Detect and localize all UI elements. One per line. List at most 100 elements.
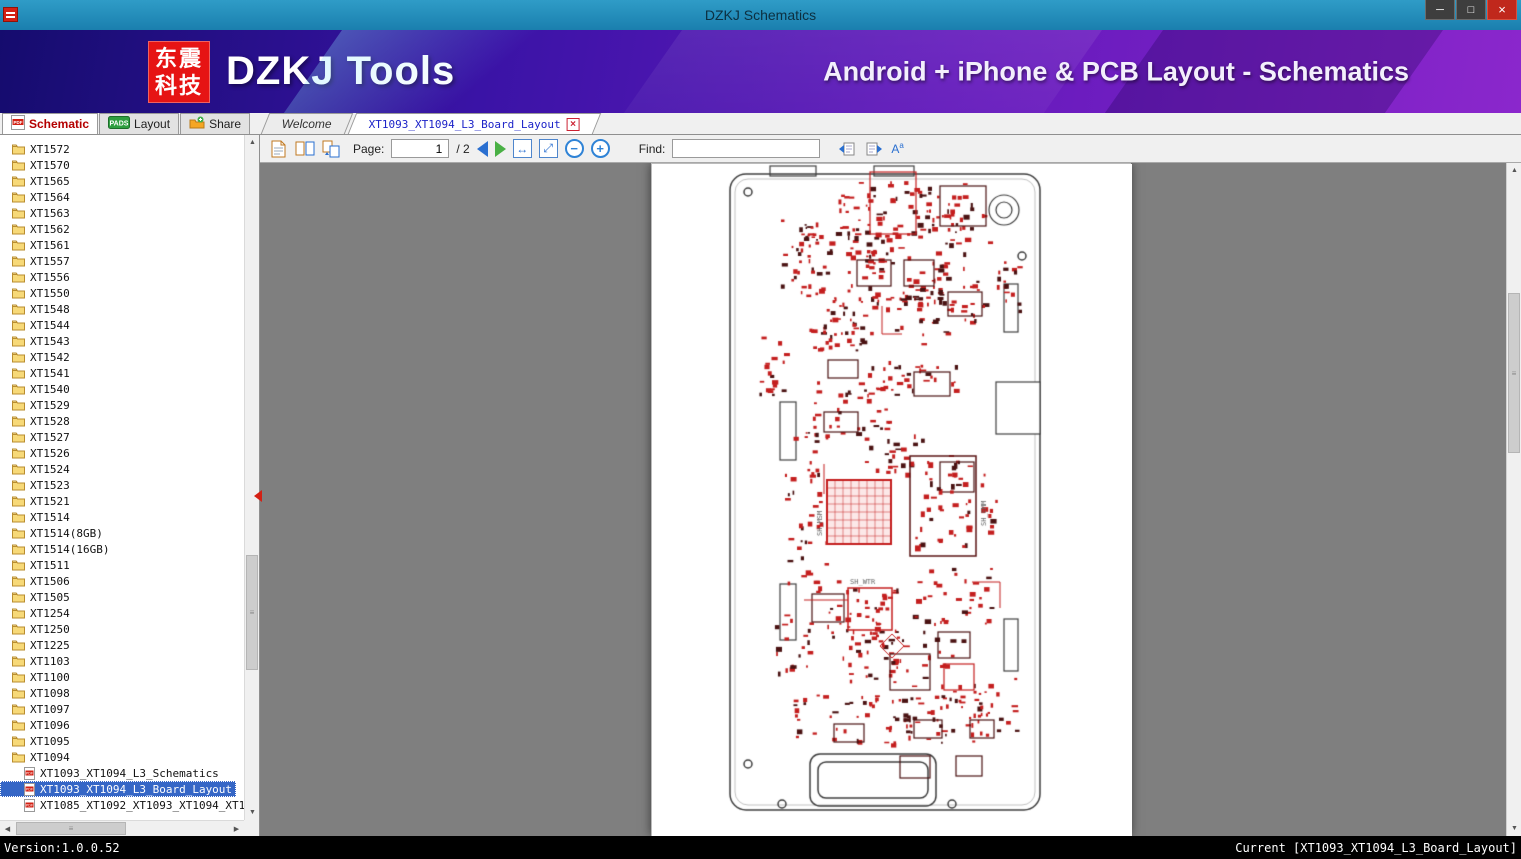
- pdf-icon: PDF: [24, 767, 35, 780]
- tree-folder-item[interactable]: XT1564: [0, 189, 70, 205]
- tree-folder-item[interactable]: XT1100: [0, 669, 70, 685]
- version-text: Version:1.0.0.52: [4, 841, 120, 855]
- tree-folder-item[interactable]: XT1548: [0, 301, 70, 317]
- fit-width-icon[interactable]: ↔: [513, 139, 532, 158]
- tree-folder-item[interactable]: XT1514(8GB): [0, 525, 103, 541]
- tree-folder-item[interactable]: XT1542: [0, 349, 70, 365]
- tree-folder-item[interactable]: XT1094: [0, 749, 70, 765]
- folder-icon: [12, 271, 25, 283]
- tree-item-label: XT1557: [30, 255, 70, 268]
- match-case-icon[interactable]: Aa: [891, 141, 903, 156]
- tab-layout[interactable]: PADS Layout: [99, 113, 179, 134]
- tab-welcome[interactable]: Welcome: [261, 113, 353, 134]
- tree-item-label: XT1093_XT1094_L3_Schematics: [40, 767, 219, 780]
- scrollbar-corner: [244, 820, 259, 836]
- tree-item-label: XT1556: [30, 271, 70, 284]
- tree-item-label: XT1100: [30, 671, 70, 684]
- zoom-in-icon[interactable]: +: [591, 139, 610, 158]
- scroll-up-icon[interactable]: ▲: [245, 135, 260, 150]
- scroll-down-icon[interactable]: ▼: [1507, 821, 1521, 836]
- pdf-page[interactable]: [651, 163, 1131, 836]
- sidebar-collapse-icon[interactable]: [254, 490, 262, 502]
- scroll-down-icon[interactable]: ▼: [245, 805, 260, 820]
- facing-pages-icon[interactable]: [295, 139, 315, 159]
- tree-folder-item[interactable]: XT1511: [0, 557, 70, 573]
- scroll-right-icon[interactable]: ▶: [229, 821, 244, 836]
- find-next-icon[interactable]: [864, 139, 884, 159]
- tree-item-label: XT1570: [30, 159, 70, 172]
- tree-folder-item[interactable]: XT1556: [0, 269, 70, 285]
- scrollbar-thumb[interactable]: ≡: [16, 822, 126, 835]
- folder-icon: [12, 431, 25, 443]
- maximize-button[interactable]: □: [1456, 0, 1486, 20]
- previous-page-icon[interactable]: [477, 141, 488, 157]
- tree-folder-item[interactable]: XT1541: [0, 365, 70, 381]
- tree-folder-item[interactable]: XT1550: [0, 285, 70, 301]
- tree-item-label: XT1514(16GB): [30, 543, 109, 556]
- find-input[interactable]: [672, 139, 820, 158]
- next-page-icon[interactable]: [495, 141, 506, 157]
- tree-folder-item[interactable]: XT1526: [0, 445, 70, 461]
- tree-folder-item[interactable]: XT1254: [0, 605, 70, 621]
- tab-close-icon[interactable]: ×: [567, 118, 580, 131]
- sidebar-horizontal-scrollbar[interactable]: ◀ ≡ ▶: [0, 820, 244, 836]
- page-number-input[interactable]: [391, 139, 449, 158]
- scroll-left-icon[interactable]: ◀: [0, 821, 15, 836]
- tree-file-item[interactable]: PDFXT1085_XT1092_XT1093_XT1094_XT109: [0, 797, 244, 813]
- tab-share[interactable]: Share: [180, 113, 250, 134]
- folder-icon: [12, 511, 25, 523]
- tab-board-layout[interactable]: XT1093_XT1094_L3_Board_Layout ×: [348, 113, 602, 134]
- folder-icon: [12, 543, 25, 555]
- titlebar: DZKJ Schematics ─ □ ×: [0, 0, 1521, 30]
- tree-folder-item[interactable]: XT1543: [0, 333, 70, 349]
- tree-folder-item[interactable]: XT1514: [0, 509, 70, 525]
- scrollbar-thumb[interactable]: ≡: [246, 555, 258, 670]
- tree-folder-item[interactable]: XT1225: [0, 637, 70, 653]
- tree-folder-item[interactable]: XT1540: [0, 381, 70, 397]
- scroll-up-icon[interactable]: ▲: [1507, 163, 1521, 178]
- tab-schematic[interactable]: PDF Schematic: [2, 113, 98, 134]
- pdf-view-area[interactable]: ▲ ≡ ▼: [260, 163, 1521, 836]
- tree-folder-item[interactable]: XT1103: [0, 653, 70, 669]
- tree-folder-item[interactable]: XT1096: [0, 717, 70, 733]
- viewer-vertical-scrollbar[interactable]: ▲ ≡ ▼: [1506, 163, 1521, 836]
- tree-folder-item[interactable]: XT1563: [0, 205, 70, 221]
- tree-folder-item[interactable]: XT1097: [0, 701, 70, 717]
- tree-folder-item[interactable]: XT1505: [0, 589, 70, 605]
- folder-icon: [12, 303, 25, 315]
- tree-folder-item[interactable]: XT1506: [0, 573, 70, 589]
- tree-file-item[interactable]: PDF XT1093_XT1094_L3_Schematics: [0, 765, 219, 781]
- tree-folder-item[interactable]: XT1565: [0, 173, 70, 189]
- tab-bar: PDF Schematic PADS Layout Share Welcome …: [0, 113, 1521, 135]
- tree-folder-item[interactable]: XT1514(16GB): [0, 541, 109, 557]
- tree-folder-item[interactable]: XT1557: [0, 253, 70, 269]
- scrollbar-thumb[interactable]: ≡: [1508, 293, 1520, 453]
- tree-folder-item[interactable]: XT1562: [0, 221, 70, 237]
- tree-folder-item[interactable]: XT1524: [0, 461, 70, 477]
- tree-folder-item[interactable]: XT1570: [0, 157, 70, 173]
- folder-icon: [12, 607, 25, 619]
- tree-folder-item[interactable]: XT1521: [0, 493, 70, 509]
- tree-folder-item[interactable]: XT1098: [0, 685, 70, 701]
- tree-folder-item[interactable]: XT1528: [0, 413, 70, 429]
- viewer-column: Page: / 2 ↔ ⤢ − + Find: Aa: [260, 135, 1521, 836]
- fit-page-icon[interactable]: ⤢: [539, 139, 558, 158]
- tree-folder-item[interactable]: XT1523: [0, 477, 70, 493]
- tree-folder-item[interactable]: XT1250: [0, 621, 70, 637]
- single-page-icon[interactable]: [268, 139, 288, 159]
- tree-folder-item[interactable]: XT1544: [0, 317, 70, 333]
- close-button[interactable]: ×: [1487, 0, 1517, 20]
- tree-folder-item[interactable]: XT1527: [0, 429, 70, 445]
- minimize-button[interactable]: ─: [1425, 0, 1455, 20]
- find-previous-icon[interactable]: [837, 139, 857, 159]
- folder-icon: [12, 383, 25, 395]
- sidebar-vertical-scrollbar[interactable]: ▲ ≡ ▼: [244, 135, 259, 820]
- continuous-pages-icon[interactable]: [322, 139, 342, 159]
- tree-folder-item[interactable]: XT1561: [0, 237, 70, 253]
- tree-file-item[interactable]: PDFXT1093_XT1094_L3_Board_Layout: [0, 781, 236, 797]
- tree-folder-item[interactable]: XT1529: [0, 397, 70, 413]
- zoom-out-icon[interactable]: −: [565, 139, 584, 158]
- folder-icon: [12, 687, 25, 699]
- tree-folder-item[interactable]: XT1572: [0, 141, 70, 157]
- tree-folder-item[interactable]: XT1095: [0, 733, 70, 749]
